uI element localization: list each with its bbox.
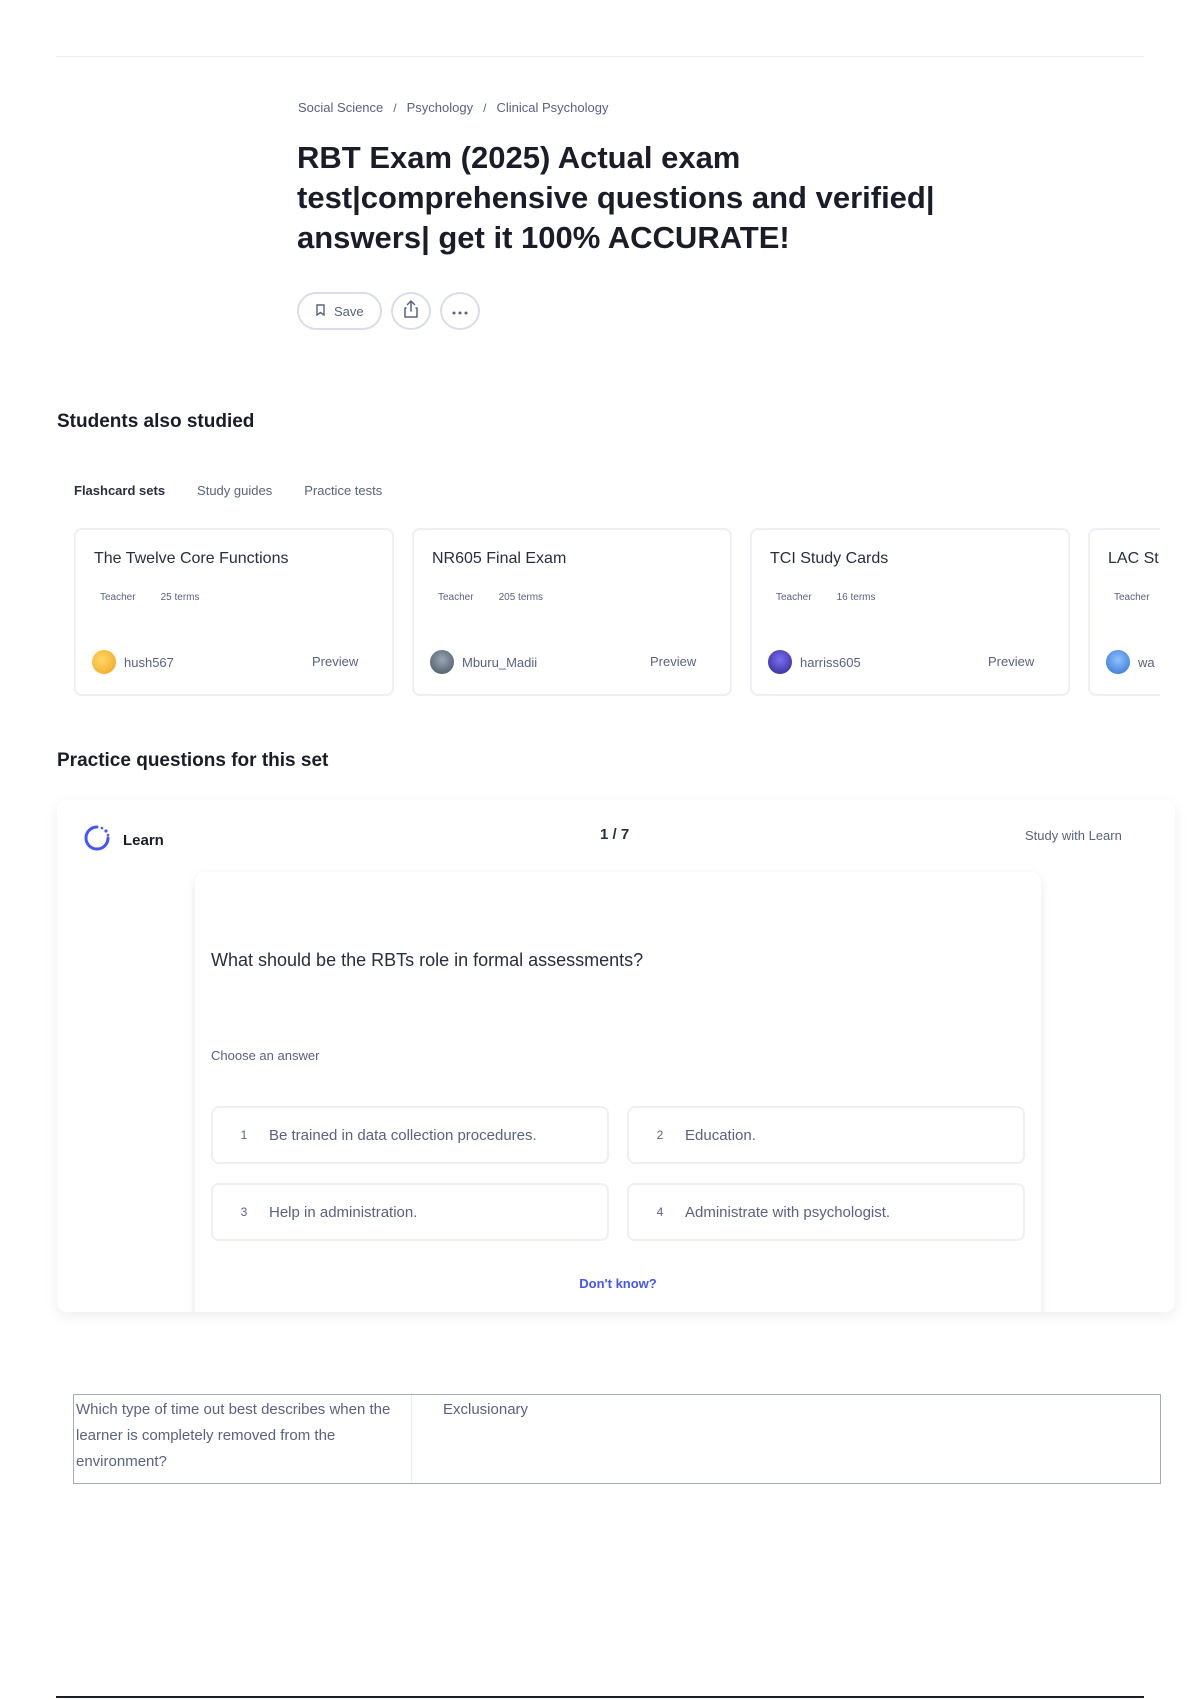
answer-option[interactable]: 3 Help in administration. [211, 1183, 609, 1241]
bookmark-icon [315, 303, 326, 319]
learn-icon [83, 824, 111, 856]
share-icon [403, 299, 419, 323]
learn-panel: Learn 1 / 7 Study with Learn What should… [57, 800, 1175, 1312]
card-user: hush567 [92, 650, 174, 674]
study-with-learn-link[interactable]: Study with Learn [1025, 828, 1122, 843]
term-count: 25 terms [160, 592, 200, 603]
breadcrumb-clinical-psychology[interactable]: Clinical Psychology [496, 100, 608, 115]
username: harriss605 [800, 654, 861, 670]
preview-button[interactable]: Preview [312, 654, 358, 669]
term-text: Which type of time out best describes wh… [74, 1395, 412, 1483]
avatar [1106, 650, 1130, 674]
breadcrumb: Social Science / Psychology / Clinical P… [298, 100, 608, 115]
question-progress: 1 / 7 [600, 826, 630, 843]
username: Mburu_Madii [462, 654, 538, 670]
preview-button[interactable]: Preview [988, 654, 1034, 669]
more-options-button[interactable] [439, 292, 480, 330]
card-title: TCI Study Cards [770, 550, 889, 567]
related-sets-carousel: The Twelve Core Functions Teacher 25 ter… [74, 528, 1160, 700]
answer-option[interactable]: 2 Education. [627, 1106, 1025, 1164]
top-divider [56, 56, 1144, 57]
related-set-card[interactable]: The Twelve Core Functions Teacher 25 ter… [74, 528, 394, 696]
breadcrumb-separator: / [483, 100, 487, 115]
card-meta: Teacher 25 terms [100, 592, 199, 603]
answer-text: Education. [685, 1126, 756, 1144]
breadcrumb-psychology[interactable]: Psychology [407, 100, 473, 115]
save-button[interactable]: Save [297, 292, 382, 330]
answer-option[interactable]: 1 Be trained in data collection procedur… [211, 1106, 609, 1164]
bottom-divider [56, 1696, 1144, 1698]
practice-questions-heading: Practice questions for this set [57, 750, 329, 771]
answer-text: Administrate with psychologist. [685, 1203, 891, 1221]
learn-mode-label: Learn [123, 831, 164, 849]
term-count: 205 terms [498, 592, 544, 603]
tab-study-guides[interactable]: Study guides [197, 483, 272, 498]
card-user: harriss605 [768, 650, 861, 674]
avatar [430, 650, 454, 674]
share-button[interactable] [390, 292, 431, 330]
answer-number: 4 [656, 1205, 664, 1219]
answer-number: 3 [240, 1205, 248, 1219]
choose-answer-hint: Choose an answer [211, 1048, 320, 1063]
card-title: LAC St [1108, 550, 1159, 567]
avatar [92, 650, 116, 674]
author-type-badge: Teacher [776, 592, 812, 603]
username: wa [1138, 654, 1155, 670]
answer-number: 2 [656, 1128, 664, 1142]
breadcrumb-social-science[interactable]: Social Science [298, 100, 383, 115]
avatar [768, 650, 792, 674]
username: hush567 [124, 654, 174, 670]
answer-text: Help in administration. [269, 1203, 418, 1221]
definition-text: Exclusionary [443, 1401, 529, 1418]
question-text: What should be the RBTs role in formal a… [211, 950, 644, 970]
card-user: wa [1106, 650, 1155, 674]
card-meta: Teacher [1114, 592, 1150, 603]
term-definition-row: Which type of time out best describes wh… [73, 1394, 1161, 1484]
answer-text: Be trained in data collection procedures… [269, 1126, 537, 1144]
study-material-tabs: Flashcard sets Study guides Practice tes… [74, 483, 382, 498]
author-type-badge: Teacher [1114, 592, 1150, 603]
tab-flashcard-sets[interactable]: Flashcard sets [74, 483, 165, 498]
learn-mode-header: Learn [83, 824, 164, 856]
card-user: Mburu_Madii [430, 650, 537, 674]
answer-number: 1 [240, 1128, 248, 1142]
more-icon [452, 302, 468, 320]
page-title: RBT Exam (2025) Actual exam test|compreh… [297, 140, 935, 255]
related-set-card[interactable]: TCI Study Cards Teacher 16 terms harriss… [750, 528, 1070, 696]
term-count: 16 terms [836, 592, 876, 603]
related-set-card[interactable]: LAC St Teacher wa [1088, 528, 1160, 696]
related-set-card[interactable]: NR605 Final Exam Teacher 205 terms Mburu… [412, 528, 732, 696]
question-card: What should be the RBTs role in formal a… [195, 872, 1041, 1312]
students-also-studied-heading: Students also studied [57, 411, 255, 432]
author-type-badge: Teacher [100, 592, 136, 603]
breadcrumb-separator: / [393, 100, 397, 115]
preview-button[interactable]: Preview [650, 654, 696, 669]
card-meta: Teacher 205 terms [438, 592, 543, 603]
dont-know-button[interactable]: Don't know? [195, 1276, 1041, 1291]
card-title: The Twelve Core Functions [94, 550, 289, 567]
card-meta: Teacher 16 terms [776, 592, 875, 603]
tab-practice-tests[interactable]: Practice tests [304, 483, 382, 498]
card-title: NR605 Final Exam [432, 550, 567, 567]
set-actions: Save [297, 292, 480, 330]
save-label: Save [334, 303, 364, 319]
answer-option[interactable]: 4 Administrate with psychologist. [627, 1183, 1025, 1241]
author-type-badge: Teacher [438, 592, 474, 603]
